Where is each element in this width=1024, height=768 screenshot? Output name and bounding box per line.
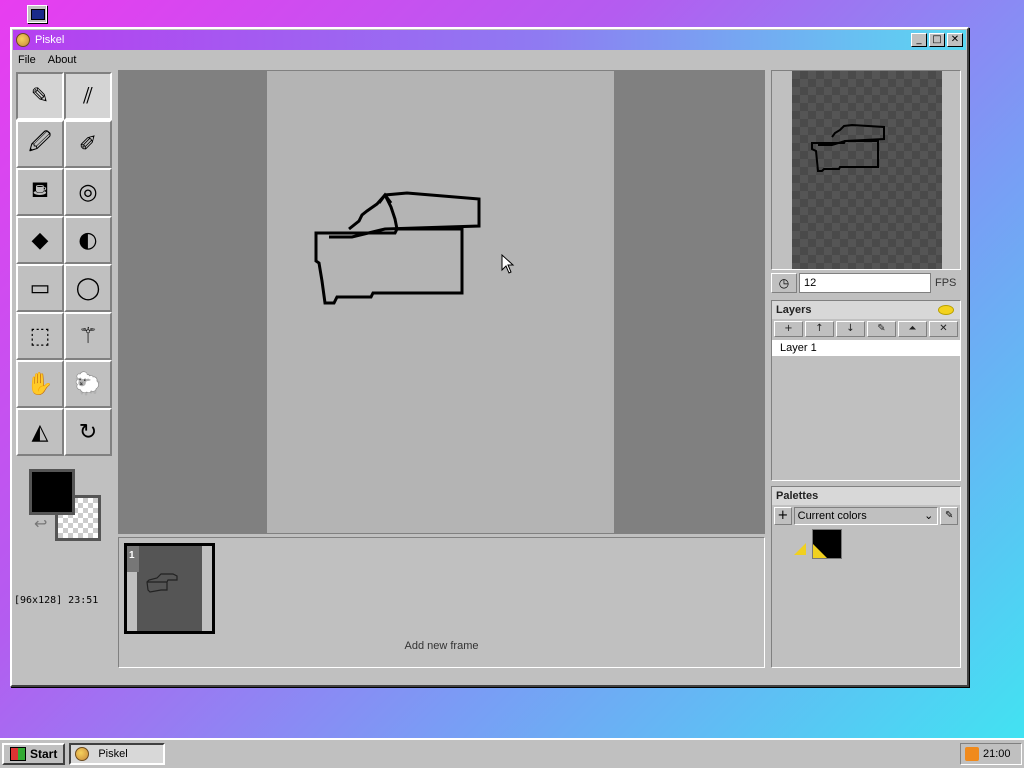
frame-number: 1 (127, 546, 139, 572)
frames-panel: 1 Add new frame (118, 537, 765, 668)
fps-control: ◷ 12 FPS (771, 272, 961, 294)
palettes-panel: Palettes + Current colors ⌄ ✎ (771, 486, 961, 668)
layer-visibility-eye-icon[interactable] (938, 305, 954, 315)
layers-header: Layers (772, 301, 960, 319)
palette-swatch-yellow[interactable] (794, 543, 806, 555)
add-layer-button[interactable]: + (774, 321, 803, 337)
window-controls: _ □ ✕ (911, 33, 963, 47)
start-label: Start (30, 747, 58, 761)
menu-about[interactable]: About (48, 54, 77, 66)
swap-colors-icon[interactable]: ↩ (34, 514, 47, 533)
vertical-mirror-pen-tool[interactable]: ⫽ (64, 72, 112, 120)
animation-preview (771, 70, 961, 270)
move-layer-down-button[interactable]: ↓ (836, 321, 865, 337)
palette-select[interactable]: Current colors ⌄ (793, 507, 939, 525)
magic-wand-tool[interactable]: ⚚ (64, 312, 112, 360)
drawing-canvas-container (118, 70, 765, 534)
minimize-button[interactable]: _ (911, 33, 927, 47)
delete-layer-button[interactable]: ✕ (929, 321, 958, 337)
add-new-frame-button[interactable]: Add new frame (119, 640, 764, 652)
merge-layer-button[interactable]: ⏶ (898, 321, 927, 337)
menu-file[interactable]: File (18, 54, 36, 66)
palette-controls: + Current colors ⌄ ✎ (772, 505, 960, 527)
animation-preview-canvas (792, 71, 942, 269)
layers-title: Layers (776, 304, 812, 316)
stroke-icon: ✐ (78, 131, 98, 157)
close-button[interactable]: ✕ (947, 33, 963, 47)
taskbar-piskel-label: Piskel (98, 748, 128, 760)
primary-color-swatch[interactable] (29, 469, 75, 515)
fps-input[interactable]: 12 (799, 273, 931, 293)
clock: 21:00 (983, 748, 1011, 760)
canvas-size-cursor-status: [96x128] 23:51 (14, 595, 99, 606)
circle-tool[interactable]: ◯ (64, 264, 112, 312)
chevron-down-icon: ⌄ (924, 509, 934, 522)
flip-tool[interactable]: ◭ (16, 408, 64, 456)
lighten-tool[interactable]: ◐ (64, 216, 112, 264)
rotate-icon: ↻ (78, 419, 98, 445)
canvas-left-margin (119, 71, 267, 533)
fps-label: FPS (935, 277, 957, 289)
rss-feed-icon[interactable] (965, 747, 979, 761)
paint-bucket-icon: ⛾ (31, 178, 49, 203)
pen-icon: ✎ (30, 83, 50, 109)
eraser-tool[interactable]: ◆ (16, 216, 64, 264)
lighten-icon: ◐ (78, 227, 98, 253)
edit-layer-button[interactable]: ✎ (867, 321, 896, 337)
title-bar[interactable]: Piskel _ □ ✕ (13, 30, 966, 50)
window-title: Piskel (35, 34, 65, 46)
palette-select-value: Current colors (797, 510, 867, 522)
rectangle-select-tool[interactable]: ⬚ (16, 312, 64, 360)
paint-bucket-tool[interactable]: ⛾ (16, 168, 64, 216)
start-button[interactable]: Start (2, 743, 66, 765)
shape-select-tool[interactable]: 🐑 (64, 360, 112, 408)
eraser-icon: ◆ (31, 227, 49, 253)
piskel-app-icon (16, 33, 30, 47)
system-tray: 21:00 (960, 743, 1022, 765)
move-icon: ✋ (26, 371, 54, 397)
palette-swatch-black[interactable] (812, 529, 842, 559)
color-picker-tool[interactable]: 🖉 (16, 120, 64, 168)
preview-sprite (811, 123, 885, 172)
rectangle-icon: ▭ (29, 275, 51, 301)
mouse-cursor-icon (501, 254, 515, 274)
piskel-window: Piskel _ □ ✕ File About ✎ ⫽ 🖉 ✐ ⛾ ◎ ◆ ◐ ▭ ◯ ⬚ ⚚ ✋ 🐑 ◭ ↻… (10, 27, 969, 687)
rectangle-tool[interactable]: ▭ (16, 264, 64, 312)
fps-timer-icon[interactable]: ◷ (771, 273, 797, 293)
pen-tool[interactable]: ✎ (16, 72, 64, 120)
stroke-tool[interactable]: ✐ (64, 120, 112, 168)
menu-bar: File About (12, 51, 967, 69)
rectangle-select-icon: ⬚ (29, 323, 51, 349)
vertical-mirror-pen-icon: ⫽ (83, 83, 93, 109)
taskbar-piskel-button[interactable]: Piskel (69, 743, 166, 765)
palettes-header: Palettes (772, 487, 960, 505)
taskbar: Start Piskel 21:00 (0, 738, 1024, 768)
move-tool[interactable]: ✋ (16, 360, 64, 408)
paint-same-color-icon: ◎ (78, 179, 98, 205)
canvas-right-margin (614, 71, 764, 533)
magic-wand-icon: ⚚ (78, 323, 98, 349)
tool-palette: ✎ ⫽ 🖉 ✐ ⛾ ◎ ◆ ◐ ▭ ◯ ⬚ ⚚ ✋ 🐑 ◭ ↻ (16, 72, 114, 456)
layers-panel: Layers + ↑ ↓ ✎ ⏶ ✕ Layer 1 (771, 300, 961, 481)
frame-sprite-preview (146, 573, 178, 593)
layer-item[interactable]: Layer 1 (772, 340, 960, 356)
frame-thumbnail-1[interactable]: 1 (124, 543, 215, 634)
circle-icon: ◯ (75, 275, 101, 301)
rotate-tool[interactable]: ↻ (64, 408, 112, 456)
frame-thumbnail-image (137, 546, 202, 631)
paint-same-color-tool[interactable]: ◎ (64, 168, 112, 216)
color-picker-icon: 🖉 (28, 130, 52, 155)
piskel-task-icon (75, 747, 90, 761)
shape-select-icon: 🐑 (74, 371, 102, 397)
sprite-drawing (314, 191, 481, 305)
windows-logo-icon (10, 747, 26, 761)
move-layer-up-button[interactable]: ↑ (805, 321, 834, 337)
edit-palette-button[interactable]: ✎ (940, 507, 958, 525)
maximize-button[interactable]: □ (929, 33, 945, 47)
desktop-computer-icon[interactable] (27, 5, 47, 23)
add-palette-button[interactable]: + (774, 507, 792, 525)
layer-toolbar: + ↑ ↓ ✎ ⏶ ✕ (772, 319, 960, 339)
drawing-canvas[interactable] (267, 71, 614, 533)
flip-icon: ◭ (31, 419, 49, 445)
